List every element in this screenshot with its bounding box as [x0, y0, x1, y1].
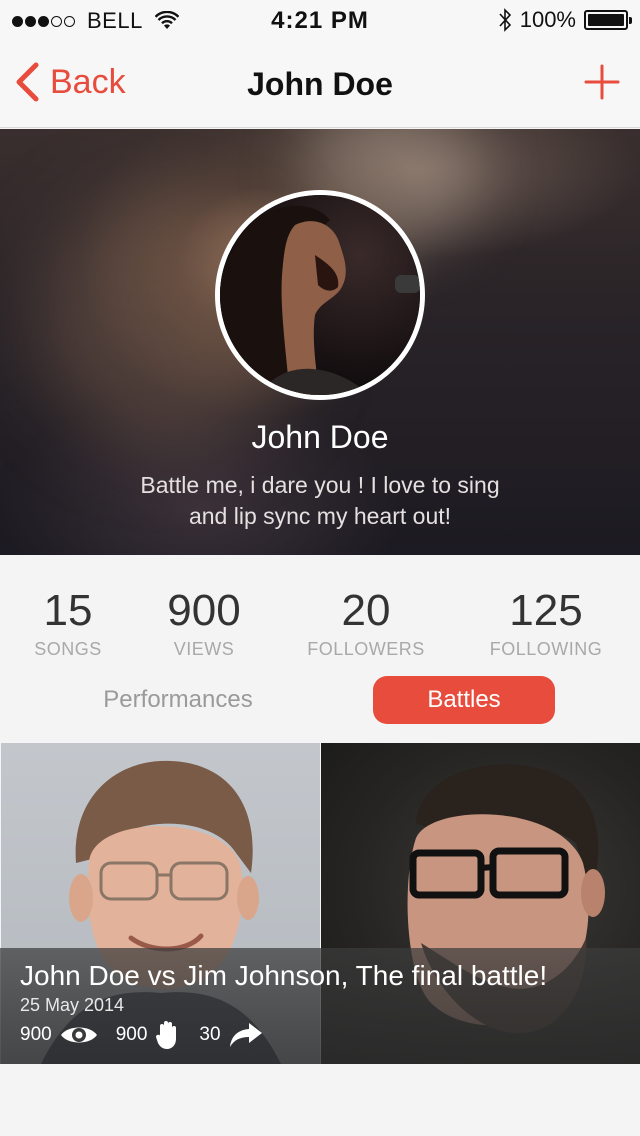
stat-followers[interactable]: 20 FOLLOWERS — [296, 585, 436, 660]
tab-performances[interactable]: Performances — [76, 676, 280, 724]
eye-icon — [60, 1027, 97, 1043]
profile-name: John Doe — [251, 419, 389, 455]
battle-claps-count: 900 — [115, 1024, 148, 1045]
battery-percent: 100% — [519, 7, 576, 32]
battle-views: 900 — [20, 1023, 98, 1047]
stat-followers-value: 20 — [341, 586, 391, 635]
avatar[interactable] — [215, 190, 425, 400]
battle-shares-count: 30 — [199, 1024, 221, 1045]
stat-following[interactable]: 125 FOLLOWING — [478, 585, 614, 660]
battle-info-overlay: John Doe vs Jim Johnson, The final battl… — [0, 948, 640, 1064]
profile-stats: 15 SONGS 900 VIEWS 20 FOLLOWERS 125 FOLL… — [0, 555, 640, 665]
nav-title: John Doe — [247, 66, 393, 102]
bluetooth-icon — [499, 8, 511, 32]
stat-views-label: VIEWS — [173, 639, 235, 659]
stat-following-label: FOLLOWING — [489, 639, 603, 659]
battery-icon — [584, 10, 632, 30]
add-icon[interactable] — [584, 64, 620, 100]
battle-date: 25 May 2014 — [20, 995, 125, 1015]
stat-followers-label: FOLLOWERS — [307, 639, 425, 659]
profile-header: John Doe Battle me, i dare you ! I love … — [0, 129, 640, 555]
battle-views-count: 900 — [20, 1024, 52, 1045]
hand-icon — [156, 1021, 177, 1049]
content-tabs: Performances Battles — [0, 676, 640, 730]
stat-views-value: 900 — [167, 586, 241, 635]
stat-following-value: 125 — [509, 586, 583, 635]
avatar-photo — [220, 195, 420, 395]
status-right: 100% — [498, 7, 632, 33]
status-bar: BELL 4:21 PM 100% — [0, 0, 640, 40]
battle-shares: 30 — [199, 1021, 262, 1049]
stat-songs[interactable]: 15 SONGS — [18, 585, 118, 660]
battle-title: John Doe vs Jim Johnson, The final battl… — [20, 960, 548, 991]
stat-songs-value: 15 — [43, 586, 93, 635]
battle-claps: 900 — [116, 1020, 182, 1050]
stat-views[interactable]: 900 VIEWS — [144, 585, 264, 660]
tab-battles[interactable]: Battles — [373, 676, 555, 724]
stat-songs-label: SONGS — [34, 639, 102, 659]
battle-card[interactable]: John Doe vs Jim Johnson, The final battl… — [0, 743, 640, 1064]
navigation-bar: Back John Doe — [0, 40, 640, 128]
share-arrow-icon — [229, 1023, 262, 1047]
battle-stats: 900 900 30 — [20, 1020, 281, 1050]
profile-bio: Battle me, i dare you ! I love to sing a… — [140, 472, 500, 529]
